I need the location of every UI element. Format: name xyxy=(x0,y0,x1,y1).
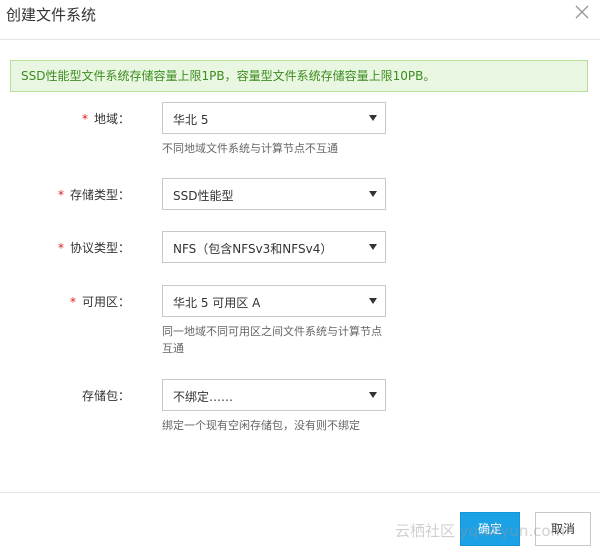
required-mark: * xyxy=(57,188,64,202)
region-label: * 地域： xyxy=(81,112,130,126)
region-help: 不同地域文件系统与计算节点不互通 xyxy=(162,142,338,155)
storage-package-select[interactable]: 不绑定…… xyxy=(162,379,386,411)
zone-select-value: 华北 5 可用区 A xyxy=(173,296,261,310)
region-select[interactable]: 华北 5 xyxy=(162,102,386,134)
region-select-value: 华北 5 xyxy=(173,113,209,127)
required-mark: * xyxy=(69,295,76,309)
dialog-title: 创建文件系统 xyxy=(6,6,97,24)
storage-type-select-value: SSD性能型 xyxy=(173,189,234,203)
protocol-label: * 协议类型： xyxy=(57,241,130,255)
footer-divider xyxy=(0,492,600,493)
protocol-select[interactable]: NFS（包含NFSv3和NFSv4） xyxy=(162,231,386,263)
storage-package-select-value: 不绑定…… xyxy=(173,390,234,404)
cancel-button[interactable]: 取消 xyxy=(535,512,591,546)
protocol-select-value: NFS（包含NFSv3和NFSv4） xyxy=(173,242,333,256)
zone-help: 同一地域不同可用区之间文件系统与计算节点互通 xyxy=(162,325,382,355)
storage-type-label: * 存储类型： xyxy=(57,188,130,202)
zone-label: * 可用区： xyxy=(69,295,130,309)
caret-down-icon xyxy=(369,392,377,398)
storage-package-help: 绑定一个现有空闲存储包，没有则不绑定 xyxy=(162,419,360,432)
caret-down-icon xyxy=(369,244,377,250)
dialog-header: 创建文件系统 xyxy=(0,0,600,40)
zone-select[interactable]: 华北 5 可用区 A xyxy=(162,285,386,317)
storage-package-label: 存储包： xyxy=(81,389,130,403)
storage-type-select[interactable]: SSD性能型 xyxy=(162,178,386,210)
required-mark: * xyxy=(57,241,64,255)
close-icon[interactable] xyxy=(574,4,590,20)
caret-down-icon xyxy=(369,298,377,304)
caret-down-icon xyxy=(369,191,377,197)
capacity-notice: SSD性能型文件系统存储容量上限1PB，容量型文件系统存储容量上限10PB。 xyxy=(10,60,588,92)
caret-down-icon xyxy=(369,115,377,121)
required-mark: * xyxy=(81,112,88,126)
confirm-button[interactable]: 确定 xyxy=(460,512,520,546)
